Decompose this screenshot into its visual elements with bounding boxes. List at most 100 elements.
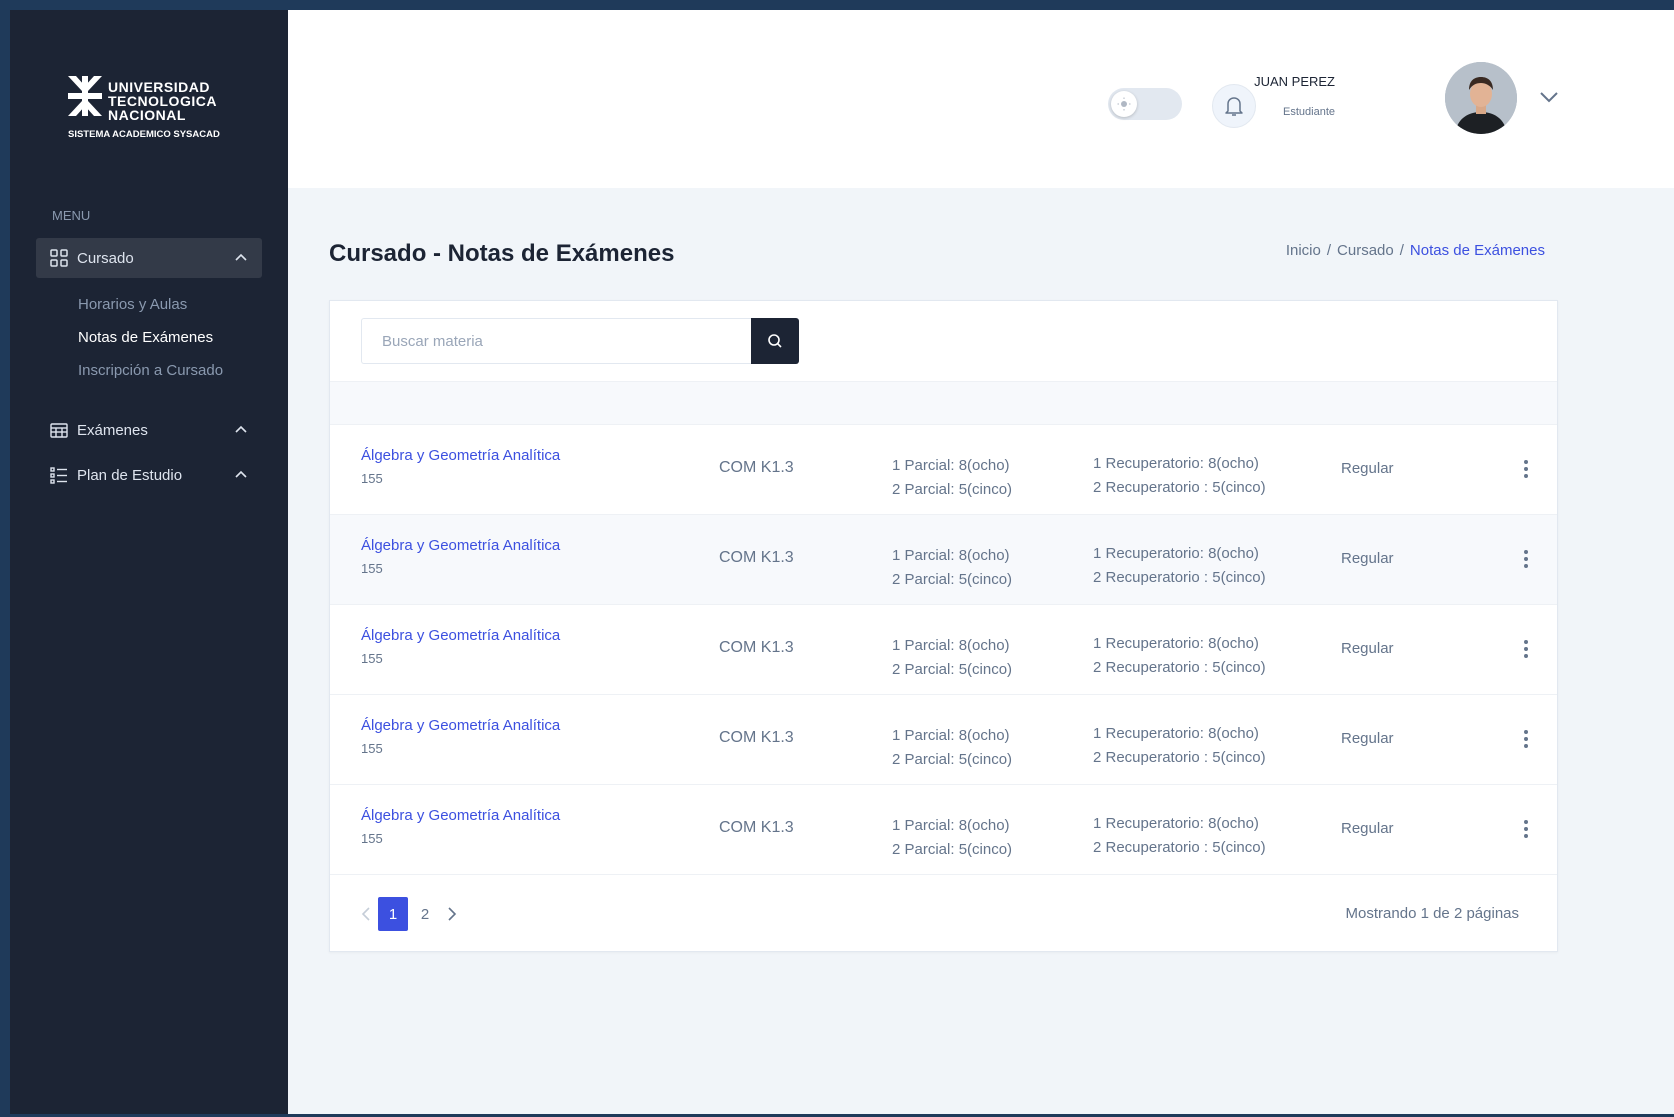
user-role: Estudiante <box>1283 106 1335 118</box>
sidebar-subitem-notas[interactable]: Notas de Exámenes <box>78 329 213 346</box>
table-row: Álgebra y Geometría Analítica 155 COM K1… <box>330 425 1557 515</box>
kebab-menu-icon <box>1524 640 1528 658</box>
search-button[interactable] <box>751 318 799 364</box>
status-label: Regular <box>1341 550 1394 567</box>
parcial-1-grade: 1 Parcial: 8(ocho) <box>892 727 1010 744</box>
brand-line-1: UNIVERSIDAD <box>108 79 210 95</box>
breadcrumb: Inicio / Cursado / Notas de Exámenes <box>1283 242 1548 259</box>
pagination-info: Mostrando 1 de 2 páginas <box>1345 905 1519 922</box>
subject-name-link[interactable]: Álgebra y Geometría Analítica <box>361 717 560 734</box>
subject-name-link[interactable]: Álgebra y Geometría Analítica <box>361 807 560 824</box>
recuperatorio-2-grade: 2 Recuperatorio : 5(cinco) <box>1093 749 1266 766</box>
breadcrumb-separator: / <box>1326 242 1332 259</box>
app-window: UNIVERSIDAD TECNOLOGICA NACIONAL SISTEMA… <box>10 10 1674 1114</box>
parcial-1-grade: 1 Parcial: 8(ocho) <box>892 547 1010 564</box>
breadcrumb-current: Notas de Exámenes <box>1409 242 1545 259</box>
search-input[interactable] <box>361 318 751 364</box>
breadcrumb-home[interactable]: Inicio <box>1286 242 1321 259</box>
chevron-left-icon <box>361 907 370 921</box>
row-actions-button[interactable] <box>1516 727 1536 751</box>
row-actions-button[interactable] <box>1516 817 1536 841</box>
parcial-2-grade: 2 Parcial: 5(cinco) <box>892 661 1013 678</box>
sidebar-item-label: Cursado <box>77 249 134 267</box>
chevron-down-icon[interactable] <box>1538 90 1560 104</box>
table-row: Álgebra y Geometría Analítica 155 COM K1… <box>330 695 1557 785</box>
row-actions-button[interactable] <box>1516 457 1536 481</box>
commission: COM K1.3 <box>719 729 794 746</box>
top-header: JUAN PEREZ Estudiante <box>288 10 1674 188</box>
subject-code: 155 <box>361 831 383 846</box>
brand-line-3: NACIONAL <box>108 107 186 123</box>
table-header <box>330 381 1557 425</box>
recuperatorio-2-grade: 2 Recuperatorio : 5(cinco) <box>1093 479 1266 496</box>
search-bar <box>361 318 799 364</box>
utn-emblem-icon <box>68 76 102 116</box>
sidebar-item-label: Exámenes <box>77 421 148 439</box>
recuperatorio-1-grade: 1 Recuperatorio: 8(ocho) <box>1093 455 1259 472</box>
avatar[interactable] <box>1445 62 1517 134</box>
recuperatorio-1-grade: 1 Recuperatorio: 8(ocho) <box>1093 635 1259 652</box>
table-row: Álgebra y Geometría Analítica 155 COM K1… <box>330 785 1557 875</box>
sidebar-subitem-inscripcion[interactable]: Inscripción a Cursado <box>78 362 223 379</box>
parcial-1-grade: 1 Parcial: 8(ocho) <box>892 817 1010 834</box>
status-label: Regular <box>1341 460 1394 477</box>
table-row: Álgebra y Geometría Analítica 155 COM K1… <box>330 515 1557 605</box>
grid-icon <box>50 249 68 267</box>
menu-label: MENU <box>52 208 91 223</box>
calendar-icon <box>50 421 68 439</box>
sidebar-item-label: Plan de Estudio <box>77 466 183 484</box>
parcial-1-grade: 1 Parcial: 8(ocho) <box>892 457 1010 474</box>
status-label: Regular <box>1341 640 1394 657</box>
sidebar: UNIVERSIDAD TECNOLOGICA NACIONAL SISTEMA… <box>10 10 288 1114</box>
brand-line-2: TECNOLOGICA <box>108 93 217 109</box>
brand-subtitle: SISTEMA ACADEMICO SYSACAD <box>68 129 220 140</box>
notifications-button[interactable] <box>1212 84 1256 128</box>
bell-icon <box>1225 97 1243 116</box>
pagination: 1 2 <box>355 897 463 931</box>
subject-code: 155 <box>361 561 383 576</box>
sidebar-subitem-horarios[interactable]: Horarios y Aulas <box>78 296 187 313</box>
breadcrumb-separator: / <box>1399 242 1404 259</box>
subject-code: 155 <box>361 471 383 486</box>
parcial-2-grade: 2 Parcial: 5(cinco) <box>892 481 1013 498</box>
subject-code: 155 <box>361 651 383 666</box>
utn-logo[interactable]: UNIVERSIDAD TECNOLOGICA NACIONAL SISTEMA… <box>68 76 248 146</box>
status-label: Regular <box>1341 730 1394 747</box>
recuperatorio-2-grade: 2 Recuperatorio : 5(cinco) <box>1093 569 1266 586</box>
chevron-up-icon <box>235 253 247 261</box>
subject-code: 155 <box>361 741 383 756</box>
dark-mode-toggle[interactable] <box>1108 88 1182 120</box>
parcial-1-grade: 1 Parcial: 8(ocho) <box>892 637 1010 654</box>
table-row: Álgebra y Geometría Analítica 155 COM K1… <box>330 605 1557 695</box>
recuperatorio-1-grade: 1 Recuperatorio: 8(ocho) <box>1093 545 1259 562</box>
chevron-up-icon <box>235 470 247 478</box>
parcial-2-grade: 2 Parcial: 5(cinco) <box>892 841 1013 858</box>
kebab-menu-icon <box>1524 460 1528 478</box>
user-name[interactable]: JUAN PEREZ <box>1254 74 1335 89</box>
grades-card: Álgebra y Geometría Analítica 155 COM K1… <box>329 300 1558 952</box>
recuperatorio-2-grade: 2 Recuperatorio : 5(cinco) <box>1093 839 1266 856</box>
sidebar-item-plan-de-estudio[interactable]: Plan de Estudio <box>36 455 262 495</box>
kebab-menu-icon <box>1524 820 1528 838</box>
recuperatorio-2-grade: 2 Recuperatorio : 5(cinco) <box>1093 659 1266 676</box>
search-icon <box>768 334 782 348</box>
prev-page-button[interactable] <box>355 897 377 931</box>
page-1-button[interactable]: 1 <box>378 897 408 931</box>
commission: COM K1.3 <box>719 819 794 836</box>
sidebar-item-cursado[interactable]: Cursado <box>36 238 262 278</box>
row-actions-button[interactable] <box>1516 547 1536 571</box>
sidebar-item-examenes[interactable]: Exámenes <box>36 410 262 450</box>
subject-name-link[interactable]: Álgebra y Geometría Analítica <box>361 447 560 464</box>
page-2-button[interactable]: 2 <box>410 897 440 931</box>
breadcrumb-section[interactable]: Cursado <box>1337 242 1394 259</box>
subject-name-link[interactable]: Álgebra y Geometría Analítica <box>361 537 560 554</box>
commission: COM K1.3 <box>719 639 794 656</box>
recuperatorio-1-grade: 1 Recuperatorio: 8(ocho) <box>1093 815 1259 832</box>
commission: COM K1.3 <box>719 459 794 476</box>
list-icon <box>50 466 68 484</box>
chevron-right-icon <box>448 907 457 921</box>
next-page-button[interactable] <box>441 897 463 931</box>
parcial-2-grade: 2 Parcial: 5(cinco) <box>892 571 1013 588</box>
row-actions-button[interactable] <box>1516 637 1536 661</box>
subject-name-link[interactable]: Álgebra y Geometría Analítica <box>361 627 560 644</box>
